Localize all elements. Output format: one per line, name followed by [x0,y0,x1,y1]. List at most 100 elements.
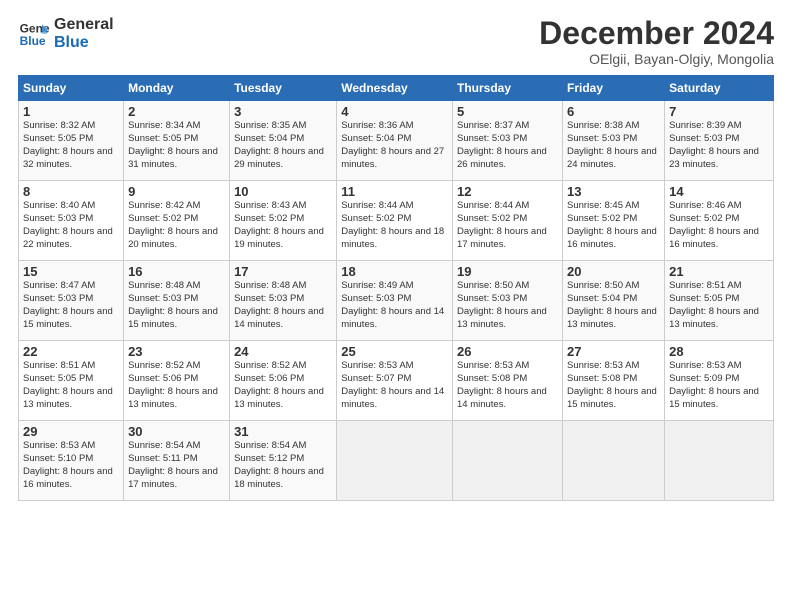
day-number: 27 [567,344,660,359]
day-cell: 26Sunrise: 8:53 AMSunset: 5:08 PMDayligh… [453,341,563,421]
day-cell: 19Sunrise: 8:50 AMSunset: 5:03 PMDayligh… [453,261,563,341]
calendar-table: SundayMondayTuesdayWednesdayThursdayFrid… [18,75,774,501]
day-number: 12 [457,184,558,199]
day-cell: 12Sunrise: 8:44 AMSunset: 5:02 PMDayligh… [453,181,563,261]
day-number: 29 [23,424,119,439]
week-row-3: 15Sunrise: 8:47 AMSunset: 5:03 PMDayligh… [19,261,774,341]
day-info: Sunrise: 8:54 AMSunset: 5:11 PMDaylight:… [128,440,218,489]
weekday-header-monday: Monday [124,76,230,101]
day-info: Sunrise: 8:40 AMSunset: 5:03 PMDaylight:… [23,200,113,249]
day-info: Sunrise: 8:53 AMSunset: 5:08 PMDaylight:… [457,360,547,409]
day-number: 23 [128,344,225,359]
day-cell: 29Sunrise: 8:53 AMSunset: 5:10 PMDayligh… [19,421,124,501]
day-cell: 22Sunrise: 8:51 AMSunset: 5:05 PMDayligh… [19,341,124,421]
day-info: Sunrise: 8:37 AMSunset: 5:03 PMDaylight:… [457,120,547,169]
day-cell: 1Sunrise: 8:32 AMSunset: 5:05 PMDaylight… [19,101,124,181]
day-cell: 30Sunrise: 8:54 AMSunset: 5:11 PMDayligh… [124,421,230,501]
day-cell: 23Sunrise: 8:52 AMSunset: 5:06 PMDayligh… [124,341,230,421]
weekday-header-sunday: Sunday [19,76,124,101]
day-number: 16 [128,264,225,279]
day-cell: 4Sunrise: 8:36 AMSunset: 5:04 PMDaylight… [337,101,453,181]
day-info: Sunrise: 8:50 AMSunset: 5:04 PMDaylight:… [567,280,657,329]
day-number: 4 [341,104,448,119]
day-number: 10 [234,184,332,199]
day-cell: 3Sunrise: 8:35 AMSunset: 5:04 PMDaylight… [230,101,337,181]
day-cell: 28Sunrise: 8:53 AMSunset: 5:09 PMDayligh… [665,341,774,421]
week-row-2: 8Sunrise: 8:40 AMSunset: 5:03 PMDaylight… [19,181,774,261]
day-number: 2 [128,104,225,119]
month-title: December 2024 [539,16,774,51]
logo-general: General [54,16,114,34]
day-info: Sunrise: 8:47 AMSunset: 5:03 PMDaylight:… [23,280,113,329]
week-row-5: 29Sunrise: 8:53 AMSunset: 5:10 PMDayligh… [19,421,774,501]
day-info: Sunrise: 8:34 AMSunset: 5:05 PMDaylight:… [128,120,218,169]
day-info: Sunrise: 8:48 AMSunset: 5:03 PMDaylight:… [128,280,218,329]
day-info: Sunrise: 8:45 AMSunset: 5:02 PMDaylight:… [567,200,657,249]
day-number: 19 [457,264,558,279]
logo-blue: Blue [54,34,114,52]
weekday-header-wednesday: Wednesday [337,76,453,101]
day-cell: 11Sunrise: 8:44 AMSunset: 5:02 PMDayligh… [337,181,453,261]
svg-text:Blue: Blue [20,34,46,48]
weekday-header-tuesday: Tuesday [230,76,337,101]
day-info: Sunrise: 8:52 AMSunset: 5:06 PMDaylight:… [234,360,324,409]
day-number: 28 [669,344,769,359]
day-number: 13 [567,184,660,199]
day-cell: 31Sunrise: 8:54 AMSunset: 5:12 PMDayligh… [230,421,337,501]
day-number: 1 [23,104,119,119]
day-info: Sunrise: 8:53 AMSunset: 5:10 PMDaylight:… [23,440,113,489]
day-cell: 25Sunrise: 8:53 AMSunset: 5:07 PMDayligh… [337,341,453,421]
day-number: 15 [23,264,119,279]
day-cell: 5Sunrise: 8:37 AMSunset: 5:03 PMDaylight… [453,101,563,181]
day-number: 20 [567,264,660,279]
day-info: Sunrise: 8:54 AMSunset: 5:12 PMDaylight:… [234,440,324,489]
header: General Blue General Blue December 2024 … [18,16,774,67]
day-cell [563,421,665,501]
day-cell: 2Sunrise: 8:34 AMSunset: 5:05 PMDaylight… [124,101,230,181]
day-number: 3 [234,104,332,119]
day-number: 17 [234,264,332,279]
day-number: 7 [669,104,769,119]
day-info: Sunrise: 8:42 AMSunset: 5:02 PMDaylight:… [128,200,218,249]
day-info: Sunrise: 8:43 AMSunset: 5:02 PMDaylight:… [234,200,324,249]
day-cell: 14Sunrise: 8:46 AMSunset: 5:02 PMDayligh… [665,181,774,261]
day-cell [665,421,774,501]
day-info: Sunrise: 8:53 AMSunset: 5:09 PMDaylight:… [669,360,759,409]
day-info: Sunrise: 8:39 AMSunset: 5:03 PMDaylight:… [669,120,759,169]
day-info: Sunrise: 8:38 AMSunset: 5:03 PMDaylight:… [567,120,657,169]
day-info: Sunrise: 8:53 AMSunset: 5:08 PMDaylight:… [567,360,657,409]
day-cell: 15Sunrise: 8:47 AMSunset: 5:03 PMDayligh… [19,261,124,341]
day-info: Sunrise: 8:53 AMSunset: 5:07 PMDaylight:… [341,360,444,409]
day-cell: 24Sunrise: 8:52 AMSunset: 5:06 PMDayligh… [230,341,337,421]
day-info: Sunrise: 8:44 AMSunset: 5:02 PMDaylight:… [457,200,547,249]
title-area: December 2024 OElgii, Bayan-Olgiy, Mongo… [539,16,774,67]
day-info: Sunrise: 8:51 AMSunset: 5:05 PMDaylight:… [23,360,113,409]
day-number: 11 [341,184,448,199]
day-info: Sunrise: 8:35 AMSunset: 5:04 PMDaylight:… [234,120,324,169]
day-info: Sunrise: 8:52 AMSunset: 5:06 PMDaylight:… [128,360,218,409]
day-cell: 20Sunrise: 8:50 AMSunset: 5:04 PMDayligh… [563,261,665,341]
day-info: Sunrise: 8:51 AMSunset: 5:05 PMDaylight:… [669,280,759,329]
day-number: 6 [567,104,660,119]
day-info: Sunrise: 8:49 AMSunset: 5:03 PMDaylight:… [341,280,444,329]
weekday-header-saturday: Saturday [665,76,774,101]
day-info: Sunrise: 8:32 AMSunset: 5:05 PMDaylight:… [23,120,113,169]
day-cell: 8Sunrise: 8:40 AMSunset: 5:03 PMDaylight… [19,181,124,261]
day-cell: 10Sunrise: 8:43 AMSunset: 5:02 PMDayligh… [230,181,337,261]
day-number: 21 [669,264,769,279]
day-cell: 16Sunrise: 8:48 AMSunset: 5:03 PMDayligh… [124,261,230,341]
day-cell: 13Sunrise: 8:45 AMSunset: 5:02 PMDayligh… [563,181,665,261]
subtitle: OElgii, Bayan-Olgiy, Mongolia [539,51,774,67]
day-info: Sunrise: 8:44 AMSunset: 5:02 PMDaylight:… [341,200,444,249]
weekday-header-thursday: Thursday [453,76,563,101]
day-number: 25 [341,344,448,359]
day-number: 8 [23,184,119,199]
day-cell [453,421,563,501]
day-number: 18 [341,264,448,279]
day-cell: 27Sunrise: 8:53 AMSunset: 5:08 PMDayligh… [563,341,665,421]
day-number: 14 [669,184,769,199]
day-number: 26 [457,344,558,359]
week-row-4: 22Sunrise: 8:51 AMSunset: 5:05 PMDayligh… [19,341,774,421]
day-info: Sunrise: 8:50 AMSunset: 5:03 PMDaylight:… [457,280,547,329]
day-number: 9 [128,184,225,199]
